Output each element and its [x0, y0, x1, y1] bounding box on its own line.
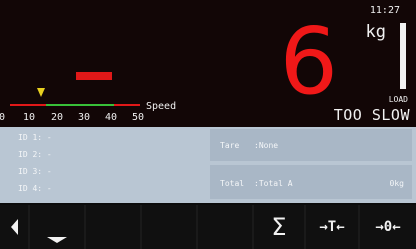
id-row: ID 2: -	[18, 150, 52, 159]
speed-tick: 10	[22, 112, 36, 123]
sigma-icon: Σ	[271, 213, 287, 241]
speed-indicator-icon	[37, 88, 45, 97]
load-label: LOAD	[388, 95, 408, 104]
speed-tick: 0	[0, 112, 6, 123]
load-bar	[400, 23, 406, 89]
scale-screen: 11:27 kg 6 LOAD TOO SLOW Speed 0 10 20 3…	[0, 0, 416, 249]
tare-label: Tare	[220, 141, 240, 150]
total-amount: 0kg	[389, 179, 404, 188]
weight-display: 11:27 kg 6 LOAD TOO SLOW Speed 0 10 20 3…	[0, 0, 416, 127]
speed-tick: 30	[77, 112, 91, 123]
speed-scale-red-left	[10, 104, 46, 106]
back-button[interactable]	[0, 205, 28, 249]
total-panel: Total :Total A 0kg	[210, 165, 412, 199]
stability-indicator	[76, 72, 112, 80]
id-panel: ID 1: - ID 2: - ID 3: - ID 4: -	[4, 129, 204, 199]
id-row: ID 1: -	[18, 133, 52, 142]
id-row: ID 4: -	[18, 184, 52, 193]
caret-down-icon	[47, 237, 67, 243]
softkey-4[interactable]	[142, 205, 196, 249]
back-arrow-icon	[10, 219, 18, 235]
tare-button[interactable]: →T←	[306, 205, 358, 249]
total-value: :Total A	[254, 179, 293, 188]
speed-tick: 20	[50, 112, 64, 123]
speed-tick-labels: 0 10 20 30 40 50	[0, 112, 144, 124]
clock: 11:27	[369, 5, 400, 16]
status-message: TOO SLOW	[333, 106, 410, 124]
speed-tick: 40	[104, 112, 118, 123]
softkey-5[interactable]	[198, 205, 252, 249]
softkey-bar: Σ →T← →0←	[0, 205, 416, 249]
speed-scale-green	[46, 104, 114, 106]
sum-button[interactable]: Σ	[254, 205, 304, 249]
zero-icon: →0←	[375, 219, 401, 235]
tare-value: :None	[254, 141, 279, 150]
tare-panel: Tare :None	[210, 129, 412, 161]
info-panels: ID 1: - ID 2: - ID 3: - ID 4: - Tare :No…	[0, 127, 416, 203]
menu-button[interactable]	[30, 205, 84, 249]
zero-button[interactable]: →0←	[360, 205, 416, 249]
weight-unit: kg	[365, 22, 386, 42]
tare-icon: →T←	[319, 219, 345, 235]
weight-value: 6	[279, 8, 338, 115]
speed-scale	[10, 101, 140, 109]
speed-tick: 50	[131, 112, 145, 123]
speed-scale-red-right	[114, 104, 140, 106]
id-row: ID 3: -	[18, 167, 52, 176]
softkey-3[interactable]	[86, 205, 140, 249]
speed-label: Speed	[146, 101, 177, 112]
total-label: Total	[220, 179, 245, 188]
